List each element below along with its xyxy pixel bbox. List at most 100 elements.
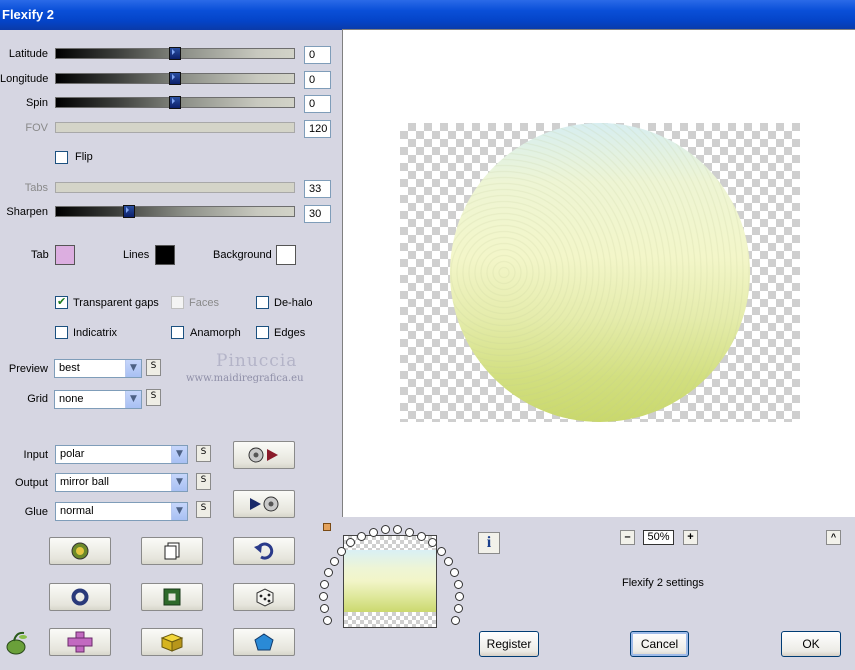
latitude-thumb[interactable] [169, 47, 181, 60]
edges-checkbox[interactable] [256, 326, 269, 339]
glue-select-value: normal [60, 505, 94, 517]
preview-s-button[interactable]: S [146, 359, 161, 376]
output-s-button[interactable]: S [196, 473, 211, 490]
copy-button[interactable] [141, 537, 203, 565]
fov-value: 120 [304, 120, 331, 138]
square-frame-button[interactable] [141, 583, 203, 611]
glue-select[interactable]: normal ▼ [55, 502, 188, 521]
preview-label: Preview [8, 363, 48, 375]
dial-dot[interactable] [436, 546, 446, 556]
input-s-button[interactable]: S [196, 445, 211, 462]
de-halo-checkbox[interactable] [256, 296, 269, 309]
chevron-down-icon: ▼ [171, 503, 187, 520]
input-select[interactable]: polar ▼ [55, 445, 188, 464]
dial-dot[interactable] [444, 556, 454, 566]
dial-dot[interactable] [454, 591, 464, 601]
latitude-value[interactable]: 0 [304, 46, 331, 64]
ring-button[interactable] [49, 583, 111, 611]
output-label: Output [14, 477, 48, 489]
chevron-down-icon: ▼ [125, 391, 141, 408]
dial-dot[interactable] [329, 556, 339, 566]
dial-dot[interactable] [337, 546, 347, 556]
dial-dot[interactable] [319, 591, 328, 601]
grid-select[interactable]: none ▼ [54, 390, 142, 409]
indicatrix-label: Indicatrix [73, 327, 118, 339]
dial-dot[interactable] [323, 567, 333, 577]
faces-label: Faces [189, 297, 219, 309]
preview-select[interactable]: best ▼ [54, 359, 142, 378]
longitude-slider[interactable] [55, 72, 295, 85]
dial-dot[interactable] [323, 616, 333, 626]
dial-dot[interactable] [450, 567, 460, 577]
tabs-slider [55, 182, 295, 193]
background-color-label: Background [213, 249, 272, 261]
navigator-thumbnail[interactable] [343, 535, 437, 628]
zoom-in-button[interactable]: + [683, 530, 698, 545]
output-select[interactable]: mirror ball ▼ [55, 473, 188, 492]
dial-dot[interactable] [405, 527, 415, 537]
zoom-out-button[interactable]: – [620, 530, 635, 545]
dial-dot[interactable] [454, 604, 464, 614]
background-color-swatch[interactable] [276, 245, 296, 265]
indicatrix-checkbox[interactable] [55, 326, 68, 339]
cancel-button[interactable]: Cancel [630, 631, 689, 657]
zoom-level: 50% [643, 530, 674, 545]
randomize-globe-icon [71, 542, 89, 560]
dial-dot[interactable] [319, 604, 329, 614]
thumbnail-image [344, 550, 436, 612]
tab-color-label: Tab [31, 249, 49, 261]
ok-button[interactable]: OK [781, 631, 841, 657]
undo-button[interactable] [233, 537, 295, 565]
dial-dot[interactable] [380, 525, 390, 535]
sharpen-value[interactable]: 30 [304, 205, 331, 223]
settings-name: Flexify 2 settings [622, 577, 704, 589]
lines-color-swatch[interactable] [155, 245, 175, 265]
randomize-globe-button[interactable] [49, 537, 111, 565]
register-button[interactable]: Register [479, 631, 539, 657]
pentagon-icon [254, 633, 274, 651]
dial-handle[interactable] [323, 523, 331, 531]
glue-s-button[interactable]: S [196, 501, 211, 518]
output-select-value: mirror ball [60, 476, 109, 488]
tab-color-swatch[interactable] [55, 245, 75, 265]
flip-checkbox[interactable] [55, 151, 68, 164]
dial-dot[interactable] [320, 579, 330, 589]
collapse-button[interactable]: ^ [826, 530, 841, 545]
anamorph-checkbox[interactable] [171, 326, 184, 339]
longitude-value[interactable]: 0 [304, 71, 331, 89]
sharpen-slider[interactable] [55, 205, 295, 218]
cube-button[interactable] [141, 628, 203, 656]
spin-slider[interactable] [55, 96, 295, 109]
disc-back-button[interactable] [233, 490, 295, 518]
dial-dot[interactable] [417, 531, 426, 541]
spin-value[interactable]: 0 [304, 95, 331, 113]
dice-icon [256, 588, 274, 607]
info-button[interactable]: i [478, 532, 500, 554]
fov-label: FOV [25, 122, 48, 134]
grid-label: Grid [27, 393, 48, 405]
spin-thumb[interactable] [169, 96, 181, 109]
transparent-gaps-label: Transparent gaps [73, 297, 159, 309]
dial-dot[interactable] [453, 579, 463, 589]
transparent-gaps-checkbox[interactable] [55, 295, 68, 309]
input-select-value: polar [60, 448, 85, 460]
preview-select-value: best [59, 362, 80, 374]
sharpen-label: Sharpen [6, 206, 48, 218]
dial-dot[interactable] [368, 527, 378, 537]
latitude-slider[interactable] [55, 47, 295, 60]
plus-shape-button[interactable] [49, 628, 111, 656]
sharpen-thumb[interactable] [123, 205, 135, 218]
dial-dot[interactable] [450, 616, 460, 626]
dial-dot[interactable] [393, 525, 403, 535]
tabs-label: Tabs [24, 182, 48, 194]
window-title: Flexify 2 [0, 0, 855, 30]
longitude-thumb[interactable] [169, 72, 181, 85]
copy-icon [164, 542, 180, 560]
dice-button[interactable] [233, 583, 295, 611]
dial-dot[interactable] [356, 531, 366, 541]
pentagon-button[interactable] [233, 628, 295, 656]
grid-s-button[interactable]: S [146, 389, 161, 406]
anamorph-label: Anamorph [190, 327, 241, 339]
cube-icon [160, 633, 184, 652]
disc-forward-button[interactable] [233, 441, 295, 469]
